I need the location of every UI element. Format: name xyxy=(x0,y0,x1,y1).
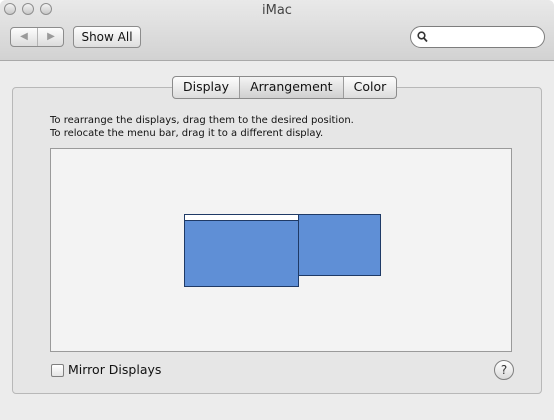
back-arrow-icon: ◀ xyxy=(20,31,28,42)
help-icon: ? xyxy=(500,363,508,377)
search-input[interactable] xyxy=(431,29,535,47)
back-button[interactable]: ◀ xyxy=(11,28,38,46)
show-all-button[interactable]: Show All xyxy=(73,26,141,48)
secondary-display[interactable] xyxy=(298,214,381,276)
mirror-displays-checkbox[interactable] xyxy=(51,364,64,377)
search-field[interactable] xyxy=(410,26,545,48)
instruction-text-menubar: To relocate the menu bar, drag it to a d… xyxy=(50,128,324,139)
search-icon xyxy=(417,31,428,43)
help-button[interactable]: ? xyxy=(494,360,514,380)
tab-bar: Display Arrangement Color xyxy=(172,76,398,99)
menu-bar-indicator[interactable] xyxy=(185,215,298,221)
mirror-displays-label[interactable]: Mirror Displays xyxy=(68,362,161,377)
back-forward-group: ◀ ▶ xyxy=(10,27,64,47)
forward-arrow-icon: ▶ xyxy=(47,31,55,42)
instruction-text-rearrange: To rearrange the displays, drag them to … xyxy=(50,115,354,126)
tab-display[interactable]: Display xyxy=(173,77,239,98)
main-display[interactable] xyxy=(184,214,299,287)
tab-arrangement[interactable]: Arrangement xyxy=(239,77,343,98)
window-title: iMac xyxy=(262,3,292,18)
tab-color[interactable]: Color xyxy=(342,77,397,98)
title-bar: iMac ◀ ▶ Show All xyxy=(0,0,554,61)
forward-button[interactable]: ▶ xyxy=(38,28,64,46)
display-arrangement-area xyxy=(50,148,512,352)
preferences-window: iMac ◀ ▶ Show All Display Arrangement Co… xyxy=(0,0,554,420)
